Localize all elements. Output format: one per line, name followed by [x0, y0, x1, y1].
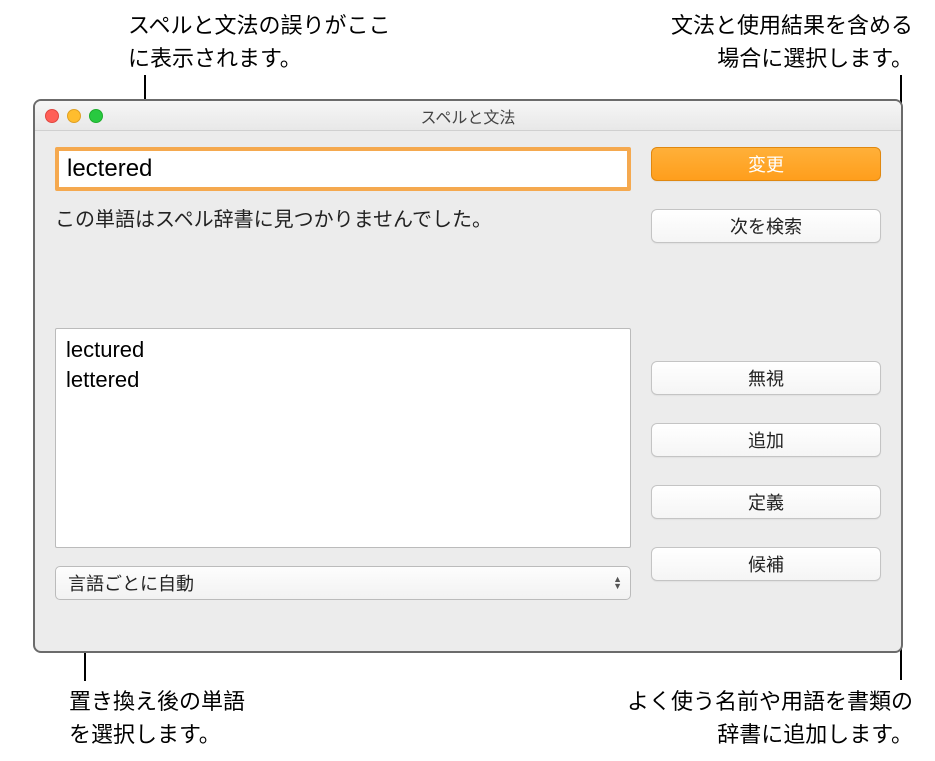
annotation-bottom-left: 置き換え後の単語 を選択します。 [69, 685, 245, 751]
suggestion-item[interactable]: lettered [66, 365, 620, 395]
ignore-button[interactable]: 無視 [651, 361, 881, 395]
titlebar: スペルと文法 [35, 101, 901, 131]
language-select-value: 言語ごとに自動 [68, 570, 194, 596]
define-button[interactable]: 定義 [651, 485, 881, 519]
add-button[interactable]: 追加 [651, 423, 881, 457]
chevron-updown-icon: ▲▼ [613, 576, 622, 590]
find-next-button[interactable]: 次を検索 [651, 209, 881, 243]
maximize-button[interactable] [89, 109, 103, 123]
change-button[interactable]: 変更 [651, 147, 881, 181]
annotation-top-right: 文法と使用結果を含める 場合に選択します。 [671, 9, 913, 75]
close-button[interactable] [45, 109, 59, 123]
error-word-field[interactable]: lectered [55, 147, 631, 191]
window-title: スペルと文法 [45, 104, 891, 128]
traffic-lights [45, 109, 103, 123]
guess-button[interactable]: 候補 [651, 547, 881, 581]
minimize-button[interactable] [67, 109, 81, 123]
suggestions-list[interactable]: lectured lettered [55, 328, 631, 548]
language-select[interactable]: 言語ごとに自動 ▲▼ [55, 566, 631, 600]
suggestion-item[interactable]: lectured [66, 335, 620, 365]
status-message: この単語はスペル辞書に見つかりませんでした。 [55, 203, 631, 232]
annotation-top-left: スペルと文法の誤りがここ に表示されます。 [128, 9, 390, 75]
annotation-bottom-right: よく使う名前や用語を書類の 辞書に追加します。 [627, 685, 913, 751]
spelling-grammar-window: スペルと文法 lectered この単語はスペル辞書に見つかりませんでした。 l… [33, 99, 903, 653]
